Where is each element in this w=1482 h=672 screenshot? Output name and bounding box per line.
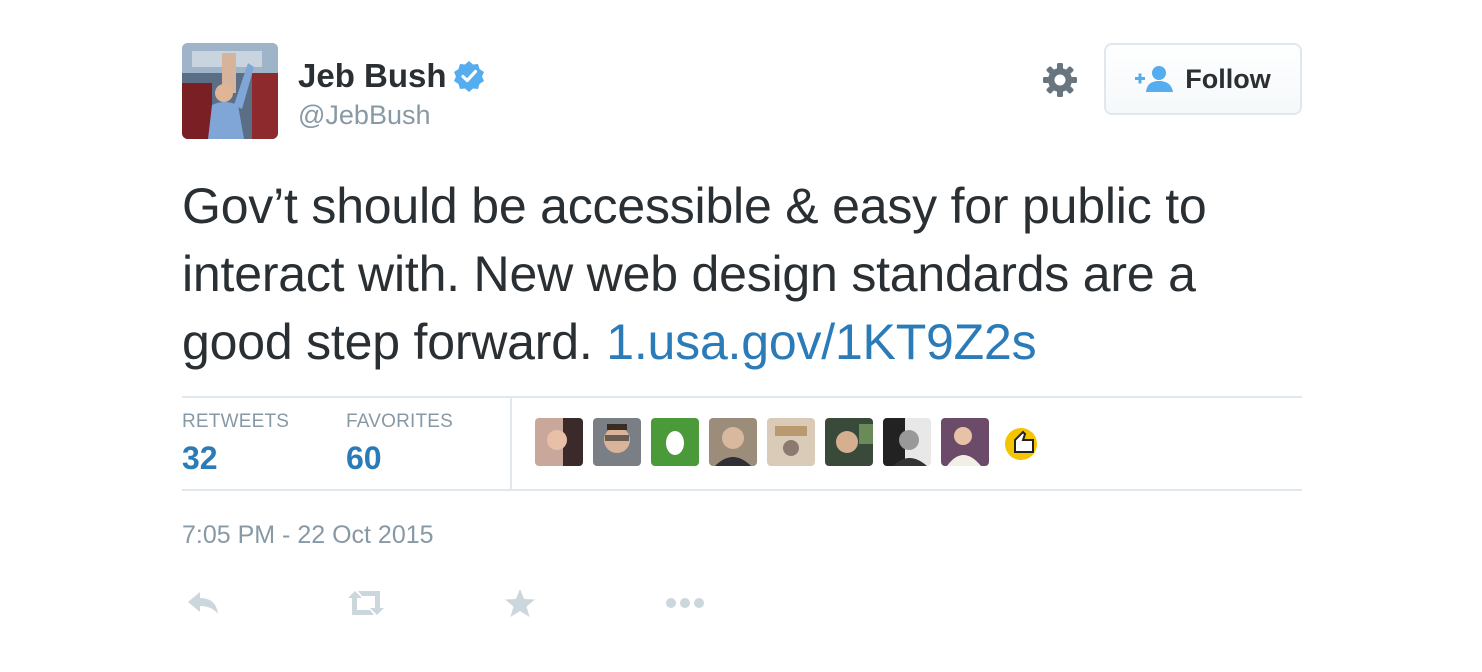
retweet-icon[interactable]: [346, 588, 386, 623]
favoriter-avatar[interactable]: [999, 418, 1047, 466]
favoriter-avatar[interactable]: [941, 418, 989, 466]
reply-icon[interactable]: [186, 588, 220, 623]
tweet-link[interactable]: 1.usa.gov/1KT9Z2s: [606, 314, 1036, 370]
favoriter-avatar[interactable]: [767, 418, 815, 466]
user-fullname[interactable]: Jeb Bush: [298, 57, 447, 95]
stats-divider: [510, 398, 512, 491]
favorites-label: FAVORITES: [346, 411, 454, 432]
user-info: Jeb Bush @JebBush: [298, 57, 485, 131]
tweet-text: Gov’t should be accessible & easy for pu…: [182, 172, 1312, 376]
favoriter-avatar[interactable]: [825, 418, 873, 466]
tweet-actions: [182, 588, 1302, 628]
retweets-stat[interactable]: RETWEETS 32: [182, 411, 289, 477]
star-icon[interactable]: [504, 588, 536, 623]
retweets-count: 32: [182, 440, 218, 476]
tweet-card: Jeb Bush @JebBush Follow Gov’t should be…: [182, 43, 1302, 628]
favoriter-avatar[interactable]: [535, 418, 583, 466]
tweet-timestamp[interactable]: 7:05 PM - 22 Oct 2015: [182, 521, 1302, 550]
favorites-stat[interactable]: FAVORITES 60: [346, 411, 453, 477]
favoriter-avatar[interactable]: [883, 418, 931, 466]
favoriter-avatar[interactable]: [593, 418, 641, 466]
tweet-stats: RETWEETS 32 FAVORITES 60: [182, 396, 1302, 491]
follow-button[interactable]: Follow: [1104, 43, 1302, 115]
follow-label: Follow: [1185, 63, 1271, 94]
favoriter-avatar[interactable]: [651, 418, 699, 466]
favoriter-avatars: [535, 418, 1057, 466]
avatar[interactable]: [182, 43, 278, 139]
tweet-header: Jeb Bush @JebBush Follow: [182, 43, 1302, 139]
add-user-icon: [1135, 65, 1175, 93]
user-handle[interactable]: @JebBush: [298, 99, 485, 131]
gear-icon[interactable]: [1040, 60, 1080, 100]
favorites-count: 60: [346, 440, 382, 476]
retweets-label: RETWEETS: [182, 411, 290, 432]
more-icon[interactable]: [664, 588, 706, 623]
favoriter-avatar[interactable]: [709, 418, 757, 466]
verified-badge-icon: [453, 60, 485, 92]
